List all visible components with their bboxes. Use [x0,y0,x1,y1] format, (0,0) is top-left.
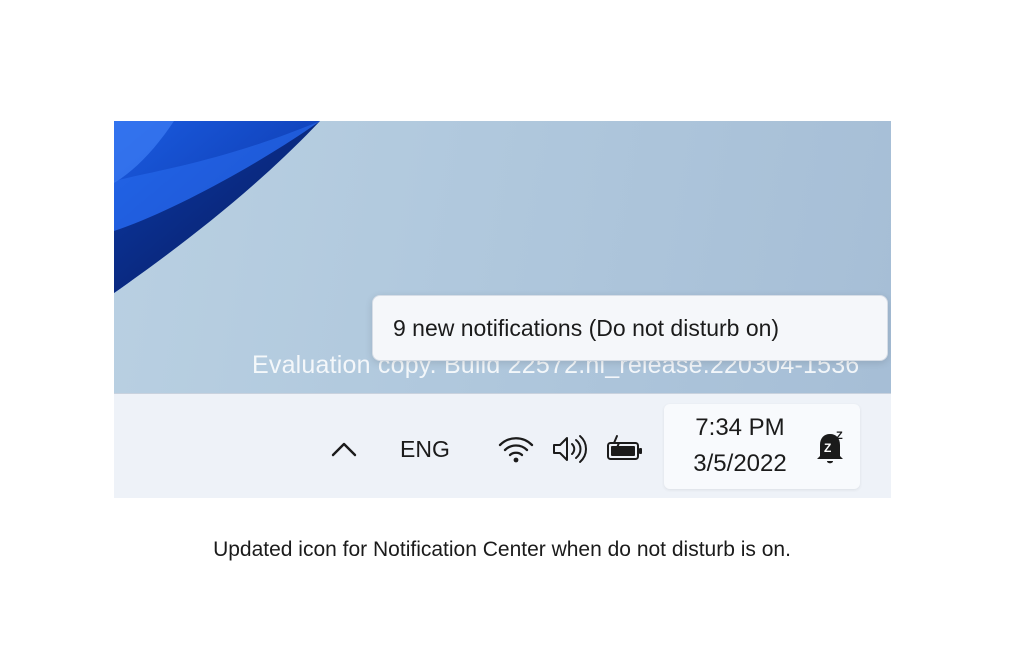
clock-time: 7:34 PM [695,414,785,441]
show-hidden-icons-button[interactable] [326,434,362,464]
figure-caption: Updated icon for Notification Center whe… [213,538,791,561]
bell-snooze-icon: Z Z [817,430,843,464]
svg-text:Z: Z [824,441,831,455]
svg-text:Z: Z [836,430,843,442]
notification-tooltip: 9 new notifications (Do not disturb on) [372,295,888,361]
volume-button[interactable] [550,432,590,466]
clock-date: 3/5/2022 [693,450,787,477]
screenshot-frame: Evaluation copy. Build 22572.ni_release.… [114,121,891,498]
network-button[interactable] [496,432,536,466]
desktop-wallpaper: Evaluation copy. Build 22572.ni_release.… [114,121,891,393]
battery-charging-icon [607,435,642,460]
battery-button[interactable] [604,432,646,466]
chevron-up-icon [331,442,357,457]
clock-notification-button[interactable]: 7:34 PM 3/5/2022 Z Z [664,404,860,489]
taskbar: ENG 7:34 PM 3/5/2022 Z Z [114,393,891,498]
volume-icon [553,435,587,463]
input-language-button[interactable]: ENG [400,432,450,466]
wifi-icon [498,437,534,463]
